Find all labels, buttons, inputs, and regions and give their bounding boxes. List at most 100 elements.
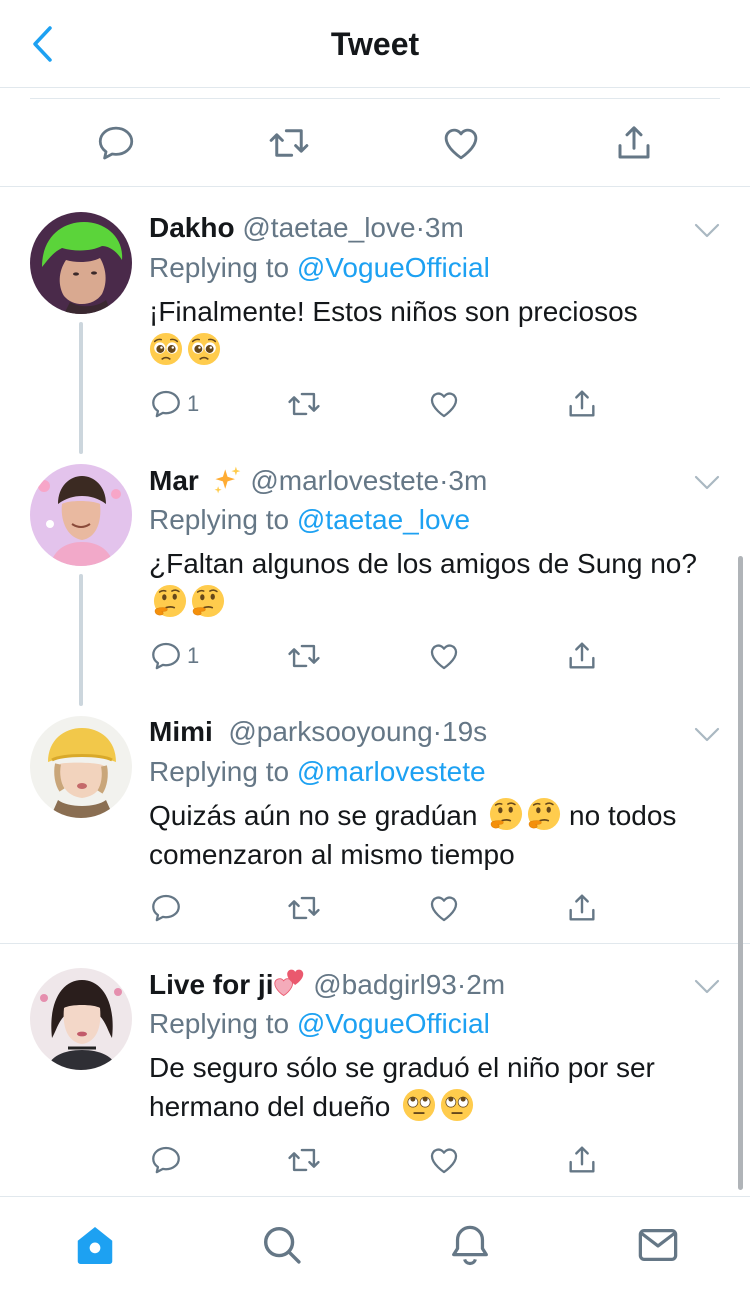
tweet-text-content: ¿Faltan algunos de los amigos de Sung no… — [149, 548, 697, 579]
like-button[interactable] — [427, 1140, 461, 1180]
share-button[interactable] — [612, 121, 656, 165]
retweet-icon — [287, 891, 321, 925]
share-icon — [613, 122, 655, 164]
home-icon — [77, 1226, 113, 1264]
author-row: Dakho @taetae_love·3m — [149, 212, 464, 244]
author-handle[interactable]: @parksooyoung — [228, 716, 432, 747]
share-button[interactable] — [565, 384, 599, 424]
retweet-button[interactable] — [287, 1140, 321, 1180]
like-button[interactable] — [427, 888, 461, 928]
share-icon — [565, 387, 599, 421]
eye-roll-face-icon — [440, 1088, 474, 1122]
author-handle[interactable]: @marlovestete — [250, 465, 439, 496]
replying-to: Replying to @VogueOfficial — [149, 252, 490, 284]
author-name[interactable]: Live for ji — [149, 969, 273, 1000]
reply-button[interactable] — [149, 888, 183, 928]
top-bar: Tweet — [0, 0, 750, 88]
tweet-text: ¿Faltan algunos de los amigos de Sung no… — [149, 544, 719, 622]
like-button[interactable] — [439, 121, 483, 165]
share-icon — [565, 639, 599, 673]
reply-count: 1 — [187, 643, 200, 668]
pleading-face-icon — [187, 332, 221, 366]
author-row: Live for ji @badgirl93·2m — [149, 968, 505, 1001]
like-icon — [427, 891, 461, 925]
scrollbar[interactable] — [738, 556, 743, 1190]
share-button[interactable] — [565, 888, 599, 928]
chevron-down-icon[interactable] — [694, 222, 720, 240]
chevron-down-icon[interactable] — [694, 474, 720, 492]
reply-tweet[interactable]: Mimi @parksooyoung·19s Replying to @marl… — [0, 704, 750, 944]
like-button[interactable] — [427, 384, 461, 424]
thread-line — [79, 574, 83, 706]
chevron-down-icon[interactable] — [694, 726, 720, 744]
replying-to: Replying to @taetae_love — [149, 504, 470, 536]
tweet-actions — [149, 888, 619, 928]
reply-tweet[interactable]: Live for ji @badgirl93·2m Replying to @V… — [0, 956, 750, 1196]
tweet-actions — [149, 1140, 619, 1180]
eye-roll-face-icon — [402, 1088, 436, 1122]
chevron-down-icon[interactable] — [694, 978, 720, 996]
thread-line — [79, 322, 83, 454]
share-icon — [565, 891, 599, 925]
reply-icon — [149, 891, 183, 925]
sparkles-icon — [211, 464, 243, 496]
author-name[interactable]: Dakho — [149, 212, 235, 243]
replying-to-link[interactable]: @taetae_love — [297, 504, 470, 535]
replying-to-link[interactable]: @marlovestete — [297, 756, 486, 787]
replying-to-link[interactable]: @VogueOfficial — [297, 1008, 490, 1039]
avatar[interactable] — [30, 716, 132, 818]
reply-tweet[interactable]: Mar @marlovestete·3m Replying to @taetae… — [0, 452, 750, 706]
separator-dot: · — [432, 716, 442, 747]
tab-messages[interactable] — [634, 1221, 682, 1269]
replying-label: Replying to — [149, 1008, 290, 1039]
author-handle[interactable]: @taetae_love — [242, 212, 415, 243]
reply-icon — [149, 387, 183, 421]
tab-search[interactable] — [258, 1221, 306, 1269]
reply-tweet[interactable]: Dakho @taetae_love·3m Replying to @Vogue… — [0, 200, 750, 454]
separator-dot: · — [415, 212, 425, 243]
replying-label: Replying to — [149, 252, 290, 283]
search-icon — [263, 1226, 301, 1264]
retweet-button[interactable] — [267, 121, 311, 165]
share-button[interactable] — [565, 1140, 599, 1180]
author-name[interactable]: Mimi — [149, 716, 213, 747]
reply-button[interactable]: 1 — [149, 384, 199, 424]
share-button[interactable] — [565, 636, 599, 676]
author-name[interactable]: Mar — [149, 465, 199, 496]
two-hearts-icon — [273, 968, 305, 1000]
tweet-actions: 1 — [149, 636, 619, 676]
like-button[interactable] — [427, 636, 461, 676]
retweet-icon — [287, 1143, 321, 1177]
tweet-text: Quizás aún no se gradúan no todos comenz… — [149, 796, 719, 874]
reply-button[interactable] — [94, 121, 138, 165]
reply-icon — [95, 122, 137, 164]
retweet-button[interactable] — [287, 384, 321, 424]
replying-to: Replying to @marlovestete — [149, 756, 486, 788]
tab-home[interactable] — [71, 1221, 119, 1269]
thinking-face-icon — [153, 584, 187, 618]
author-handle[interactable]: @badgirl93 — [313, 969, 457, 1000]
retweet-icon — [287, 639, 321, 673]
timestamp: 2m — [466, 969, 506, 1000]
tab-notifications[interactable] — [446, 1221, 494, 1269]
reply-button[interactable]: 1 — [149, 636, 199, 676]
tweet-text: De seguro sólo se graduó el niño por ser… — [149, 1048, 719, 1126]
retweet-button[interactable] — [287, 888, 321, 928]
like-icon — [440, 122, 482, 164]
thinking-face-icon — [527, 797, 561, 831]
reply-button[interactable] — [149, 1140, 183, 1180]
thinking-face-icon — [191, 584, 225, 618]
like-icon — [427, 387, 461, 421]
avatar[interactable] — [30, 212, 132, 314]
separator-dot: · — [456, 969, 467, 1000]
retweet-icon — [268, 122, 310, 164]
messages-icon — [638, 1228, 678, 1262]
replying-to-link[interactable]: @VogueOfficial — [297, 252, 490, 283]
tweet-actions: 1 — [149, 384, 619, 424]
avatar[interactable] — [30, 464, 132, 566]
author-row: Mar @marlovestete·3m — [149, 464, 487, 497]
avatar[interactable] — [30, 968, 132, 1070]
notifications-icon — [452, 1225, 488, 1266]
retweet-button[interactable] — [287, 636, 321, 676]
timestamp: 3m — [424, 212, 464, 243]
